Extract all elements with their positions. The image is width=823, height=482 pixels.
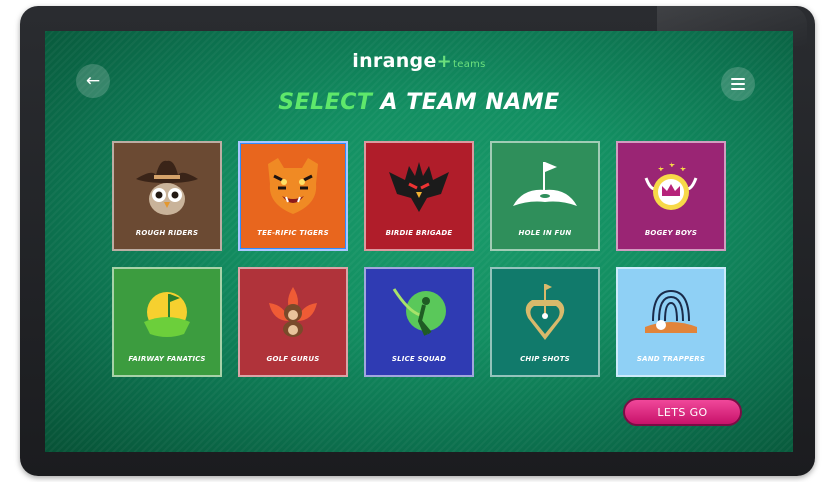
team-grid: ROUGH RIDERS TEE-RIFIC TIGERS BIRDIE BRIGA… (112, 141, 729, 381)
team-card[interactable]: SAND TRAPPERS (616, 267, 726, 377)
logo-sub: teams (453, 59, 486, 70)
page-title-accent: SELECT (278, 90, 373, 115)
team-card-label: TEE-RIFIC TIGERS (257, 229, 329, 237)
team-card-label: SAND TRAPPERS (636, 355, 706, 363)
flag-green-icon (114, 279, 220, 345)
lets-go-label: LETS GO (657, 405, 708, 419)
fingerprint-ball-icon (618, 279, 724, 345)
team-card-label: FAIRWAY FANATICS (128, 355, 206, 363)
team-card[interactable]: FAIRWAY FANATICS (112, 267, 222, 377)
team-card-label: ROUGH RIDERS (135, 229, 199, 237)
golf-hole-flag-icon (492, 153, 598, 219)
team-card[interactable]: SLICE SQUAD (364, 267, 474, 377)
tiger-icon (240, 153, 346, 219)
page-title-rest: A TEAM NAME (372, 90, 560, 115)
team-card[interactable]: HOLE IN FUN (490, 141, 600, 251)
team-card-label: BIRDIE BRIGADE (385, 229, 453, 237)
page-title: SELECT A TEAM NAME (45, 90, 793, 115)
logo-text: inrange (352, 50, 437, 72)
lets-go-button[interactable]: LETS GO (623, 398, 742, 426)
golfer-swing-icon (366, 279, 472, 345)
eagle-icon (366, 153, 472, 219)
pin-marker-icon (492, 279, 598, 345)
screen: inrange+teams ← SELECT A TEAM NAME ROUGH… (45, 31, 793, 452)
team-card[interactable]: ROUGH RIDERS (112, 141, 222, 251)
team-card-label: SLICE SQUAD (391, 355, 447, 363)
app-logo: inrange+teams (45, 50, 793, 72)
crown-ball-icon (618, 153, 724, 219)
hamburger-menu-icon (731, 78, 745, 80)
device: inrange+teams ← SELECT A TEAM NAME ROUGH… (0, 0, 823, 482)
hamburger-menu-icon-line (731, 83, 745, 85)
team-card[interactable]: TEE-RIFIC TIGERS (238, 141, 348, 251)
cowboy-owl-icon (114, 153, 220, 219)
monkey-lotus-icon (240, 279, 346, 345)
arrow-left-icon: ← (85, 71, 101, 91)
team-card[interactable]: CHIP SHOTS (490, 267, 600, 377)
team-card-label: HOLE IN FUN (518, 229, 572, 237)
team-card[interactable]: BOGEY BOYS (616, 141, 726, 251)
logo-plus: + (436, 51, 453, 72)
team-card[interactable]: GOLF GURUS (238, 267, 348, 377)
team-card-label: BOGEY BOYS (644, 229, 698, 237)
team-card-label: GOLF GURUS (266, 355, 320, 363)
team-card-label: CHIP SHOTS (520, 355, 570, 363)
team-card[interactable]: BIRDIE BRIGADE (364, 141, 474, 251)
